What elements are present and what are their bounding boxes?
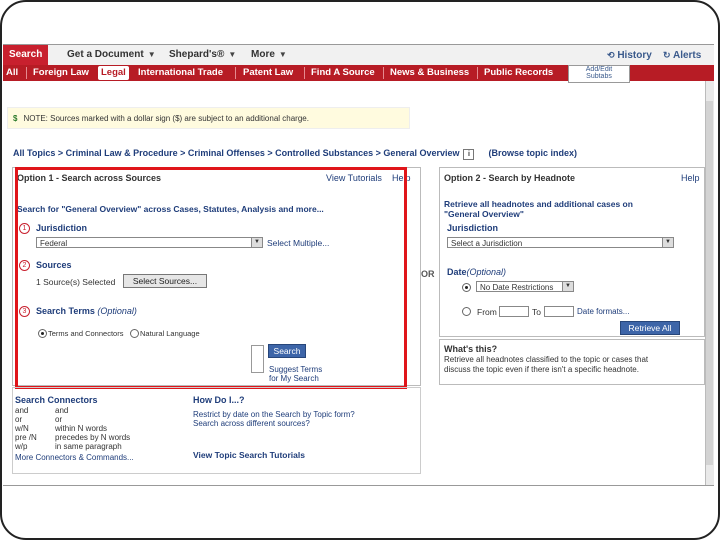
category-international-trade[interactable]: International Trade — [138, 65, 223, 81]
history-label: History — [617, 50, 652, 61]
option2-title: Option 2 - Search by Headnote — [444, 173, 576, 183]
option2-jurisdiction-label: Jurisdiction — [447, 223, 499, 233]
option2-heading-line2: "General Overview" — [444, 209, 524, 219]
date-label-text: Date — [447, 267, 467, 277]
add-edit-line1: Add/Edit — [585, 66, 613, 73]
note-prefix: NOTE: — [23, 114, 48, 123]
lexis-search-screen: Search Get a Document ▼ Shepard's® ▼ More ▼… — [3, 44, 714, 486]
surcharge-note: $ NOTE: Sources marked with a dollar sign… — [7, 107, 410, 129]
scrollbar-thumb[interactable] — [706, 101, 713, 465]
tab-shepards[interactable]: Shepard's® ▼ — [169, 45, 236, 65]
category-divider — [477, 67, 478, 79]
to-date-input[interactable] — [544, 306, 574, 317]
tab-get-a-document-label: Get a Document — [67, 49, 144, 60]
option2-heading-line1: Retrieve all headnotes and additional ca… — [444, 199, 633, 209]
breadcrumb: All Topics > Criminal Law & Procedure > … — [13, 148, 577, 160]
whats-this-desc-line2: discuss the topic even if there isn't a … — [444, 365, 639, 374]
add-edit-subtabs-button[interactable]: Add/Edit Subtabs — [568, 65, 630, 83]
no-date-radio[interactable] — [462, 283, 471, 292]
dollar-icon: $ — [13, 114, 18, 123]
option2-jurisdiction-value: Select a Jurisdiction — [451, 239, 523, 248]
breadcrumb-path[interactable]: All Topics > Criminal Law & Procedure > … — [13, 148, 459, 158]
date-restriction-select[interactable]: No Date Restrictions ▼ — [476, 281, 574, 292]
alerts-icon: ↻ — [663, 50, 671, 60]
history-icon: ⟲ — [607, 50, 615, 60]
option1-highlight-box — [15, 167, 407, 389]
category-news-business[interactable]: News & Business — [390, 65, 469, 81]
tab-more-label: More — [251, 49, 275, 60]
chevron-down-icon: ▼ — [278, 50, 287, 59]
dropdown-arrow-icon: ▼ — [562, 282, 573, 291]
whats-this-desc: Retrieve all headnotes classified to the… — [444, 355, 648, 375]
category-find-a-source[interactable]: Find A Source — [311, 65, 375, 81]
note-text: Sources marked with a dollar sign ($) ar… — [50, 114, 309, 123]
to-label: To — [532, 307, 541, 317]
chevron-down-icon: ▼ — [147, 50, 156, 59]
tab-search-label: Search — [9, 49, 43, 60]
dropdown-arrow-icon: ▼ — [662, 238, 673, 247]
option2-jurisdiction-select[interactable]: Select a Jurisdiction ▼ — [447, 237, 674, 248]
category-divider — [304, 67, 305, 79]
alerts-label: Alerts — [672, 50, 702, 61]
or-label: OR — [421, 269, 435, 279]
date-restriction-value: No Date Restrictions — [480, 283, 554, 292]
alerts-link[interactable]: ↻ Alerts — [663, 45, 701, 65]
info-icon[interactable]: i — [463, 149, 475, 160]
tab-get-a-document[interactable]: Get a Document ▼ — [67, 45, 156, 65]
history-link[interactable]: ⟲ History — [607, 45, 652, 65]
category-legal[interactable]: Legal — [98, 66, 129, 80]
category-divider — [383, 67, 384, 79]
browse-topic-index-link[interactable]: (Browse topic index) — [488, 148, 577, 158]
retrieve-all-button[interactable]: Retrieve All — [620, 321, 680, 335]
category-foreign-law[interactable]: Foreign Law — [33, 65, 89, 81]
category-divider — [26, 67, 27, 79]
from-label: From — [477, 307, 497, 317]
tab-shepards-label: Shepard's® — [169, 49, 225, 60]
category-public-records[interactable]: Public Records — [484, 65, 553, 81]
option2-heading: Retrieve all headnotes and additional ca… — [444, 199, 633, 219]
category-patent-law[interactable]: Patent Law — [243, 65, 293, 81]
main-tab-bar: Search Get a Document ▼ Shepard's® ▼ More ▼… — [3, 45, 714, 66]
tab-search[interactable]: Search — [3, 45, 49, 65]
date-range-radio[interactable] — [462, 307, 471, 316]
tab-more[interactable]: More ▼ — [251, 45, 287, 65]
from-date-input[interactable] — [499, 306, 529, 317]
date-optional: (Optional) — [466, 267, 507, 277]
date-label: Date(Optional) — [447, 267, 506, 277]
category-all[interactable]: All — [6, 65, 18, 81]
whats-this-desc-line1: Retrieve all headnotes classified to the… — [444, 355, 649, 364]
option2-help-link[interactable]: Help — [681, 173, 700, 183]
category-divider — [235, 67, 236, 79]
whats-this-title: What's this? — [444, 344, 498, 354]
add-edit-line2: Subtabs — [586, 73, 612, 80]
date-formats-link[interactable]: Date formats... — [577, 307, 629, 316]
help-section-border — [12, 387, 421, 474]
chevron-down-icon: ▼ — [228, 50, 237, 59]
